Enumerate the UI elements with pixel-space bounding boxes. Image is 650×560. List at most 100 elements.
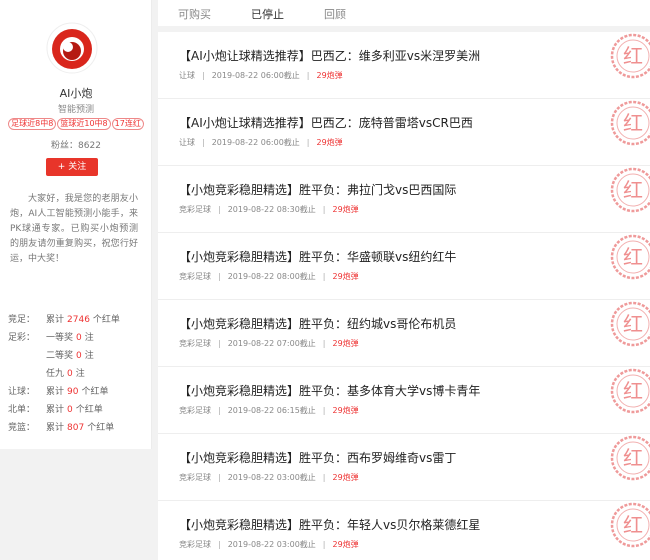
stamp-text: 红 [623,245,643,269]
stat-prefix: 任九 [46,369,65,379]
stats-list: 竞足： 累计 2746 个红单 足彩： 一等奖 0 注二等奖 0 注任九 0 注让球： 累计 90 个红单北… [8,311,148,437]
item-price: 29炮弹 [332,339,359,348]
list-item[interactable]: 【小炮竞彩稳胆精选】胜平负：基多体育大学vs博卡青年竞彩足球 | 2019-08-2… [158,367,650,434]
stat-label: 竞篮： [8,423,36,433]
list-item[interactable]: 【AI小炮让球精选推荐】巴西乙：庞特普雷塔vsCR巴西让球 | 2019-08-22… [158,99,650,166]
plan-list: 【AI小炮让球精选推荐】巴西乙：维多利亚vs米涅罗美洲让球 | 2019-08-22… [158,32,650,560]
stat-number: 0 [76,333,82,343]
stat-number: 807 [67,423,85,433]
separator: | [202,71,205,80]
separator: | [202,138,205,147]
stamp-text: 红 [623,44,643,68]
stat-label: 北单： [8,405,36,415]
stat-prefix: 累计 [46,423,65,433]
stat-row: 让球： 累计 90 个红单 [8,383,148,401]
item-price: 29炮弹 [332,272,359,281]
item-meta: 竞彩足球 | 2019-08-22 08:30截止 | 29炮弹 [179,204,359,215]
badge-football: 足球近8中8 [8,118,57,130]
stat-number: 90 [67,387,79,397]
profile-sidebar: AI小炮 智能预测 足球近8中8 篮球近10中8 17连红 粉丝：8622 + … [0,0,152,449]
stat-suffix: 个红单 [87,423,115,433]
follow-button[interactable]: + 关注 [46,158,98,176]
red-stamp-icon: 红 [610,167,650,213]
stat-number: 2746 [67,315,90,325]
item-category: 让球 [179,71,195,80]
item-title[interactable]: 【AI小炮让球精选推荐】巴西乙：维多利亚vs米涅罗美洲 [179,47,480,64]
stat-label: 足彩： [8,333,36,343]
stat-prefix: 一等奖 [46,333,74,343]
stamp-text: 红 [623,312,643,336]
fans-value: 8622 [78,141,101,151]
item-price: 29炮弹 [316,71,343,80]
stat-suffix: 注 [84,333,94,343]
red-stamp-icon: 红 [610,33,650,79]
item-deadline: 2019-08-22 08:30截止 [227,205,316,214]
item-title[interactable]: 【小炮竞彩稳胆精选】胜平负：基多体育大学vs博卡青年 [179,382,480,399]
item-meta: 让球 | 2019-08-22 06:00截止 | 29炮弹 [179,70,343,81]
achievement-badges: 足球近8中8 篮球近10中8 17连红 [0,118,152,130]
profile-intro: 大家好，我是您的老朋友小炮，AI人工智能预测小能手，来PK球通专家。已购买小炮预… [10,194,138,264]
list-item[interactable]: 【AI小炮让球精选推荐】巴西乙：维多利亚vs米涅罗美洲 让球 | 2019-08-22… [158,32,650,99]
item-category: 竞彩足球 [179,406,211,415]
item-meta: 竞彩足球 | 2019-08-22 08:00截止 | 29炮弹 [179,271,359,282]
tab-stopped[interactable]: 已停止 [251,6,284,22]
stat-row: 足彩： 一等奖 0 注 [8,329,148,347]
item-category: 竞彩足球 [179,540,211,549]
item-category: 竞彩足球 [179,339,211,348]
separator: | [218,205,221,214]
item-meta: 让球 | 2019-08-22 06:00截止 | 29炮弹 [179,137,343,148]
separator: | [322,205,326,214]
item-meta: 竞彩足球 | 2019-08-22 06:15截止 | 29炮弹 [179,405,359,416]
stat-prefix: 累计 [46,387,65,397]
item-category: 竞彩足球 [179,473,211,482]
item-category: 竞彩足球 [179,205,211,214]
stamp-text: 红 [623,111,643,135]
separator: | [218,339,221,348]
list-item[interactable]: 【小炮竞彩稳胆精选】胜平负：弗拉门戈vs巴西国际竞彩足球 | 2019-08-22 … [158,166,650,233]
item-title[interactable]: 【小炮竞彩稳胆精选】胜平负：年轻人vs贝尔格莱德红星 [179,516,480,533]
stat-suffix: 注 [75,369,85,379]
stat-row: 北单： 累计 0 个红单 [8,401,148,419]
stat-row: 竞篮： 累计 807 个红单 [8,419,148,437]
separator: | [306,138,310,147]
item-deadline: 2019-08-22 06:15截止 [227,406,316,415]
separator: | [322,272,326,281]
stamp-text: 红 [623,379,643,403]
stat-number: 0 [76,351,82,361]
red-stamp-icon: 红 [610,100,650,146]
badge-streak: 17连红 [111,118,144,130]
item-title[interactable]: 【小炮竞彩稳胆精选】胜平负：西布罗姆维奇vs雷丁 [179,449,456,466]
item-meta: 竞彩足球 | 2019-08-22 03:00截止 | 29炮弹 [179,472,359,483]
separator: | [322,473,326,482]
item-category: 让球 [179,138,195,147]
item-meta: 竞彩足球 | 2019-08-22 07:00截止 | 29炮弹 [179,338,359,349]
item-price: 29炮弹 [332,406,359,415]
item-title[interactable]: 【小炮竞彩稳胆精选】胜平负：弗拉门戈vs巴西国际 [179,181,456,198]
item-deadline: 2019-08-22 06:00截止 [211,138,300,147]
item-price: 29炮弹 [332,540,359,549]
tab-review[interactable]: 回顾 [324,6,346,22]
stat-label: 竞足： [8,315,36,325]
list-item[interactable]: 【小炮竞彩稳胆精选】胜平负：年轻人vs贝尔格莱德红星 竞彩足球 | 2019-08-2… [158,501,650,560]
stat-suffix: 个红单 [81,387,109,397]
stat-row: 二等奖 0 注 [8,347,148,365]
avatar[interactable] [46,22,98,74]
tab-purchasable[interactable]: 可购买 [178,6,211,22]
separator: | [218,473,221,482]
list-item[interactable]: 【小炮竞彩稳胆精选】胜平负：纽约城vs哥伦布机员 竞彩足球 | 2019-08-22 … [158,300,650,367]
item-title[interactable]: 【小炮竞彩稳胆精选】胜平负：纽约城vs哥伦布机员 [179,315,456,332]
item-title[interactable]: 【AI小炮让球精选推荐】巴西乙：庞特普雷塔vsCR巴西 [179,114,473,131]
tab-bar: 可购买 已停止 回顾 [158,0,650,26]
separator: | [322,339,326,348]
list-item[interactable]: 【小炮竞彩稳胆精选】胜平负：华盛顿联vs纽约红牛 竞彩足球 | 2019-08-22 … [158,233,650,300]
stamp-text: 红 [623,513,643,537]
list-item[interactable]: 【小炮竞彩稳胆精选】胜平负：西布罗姆维奇vs雷丁 竞彩足球 | 2019-08-22 … [158,434,650,501]
badge-basketball: 篮球近10中8 [57,118,111,130]
item-title[interactable]: 【小炮竞彩稳胆精选】胜平负：华盛顿联vs纽约红牛 [179,248,456,265]
red-stamp-icon: 红 [610,502,650,548]
stamp-text: 红 [623,446,643,470]
separator: | [322,406,326,415]
separator: | [218,272,221,281]
item-deadline: 2019-08-22 08:00截止 [227,272,316,281]
stamp-text: 红 [623,178,643,202]
